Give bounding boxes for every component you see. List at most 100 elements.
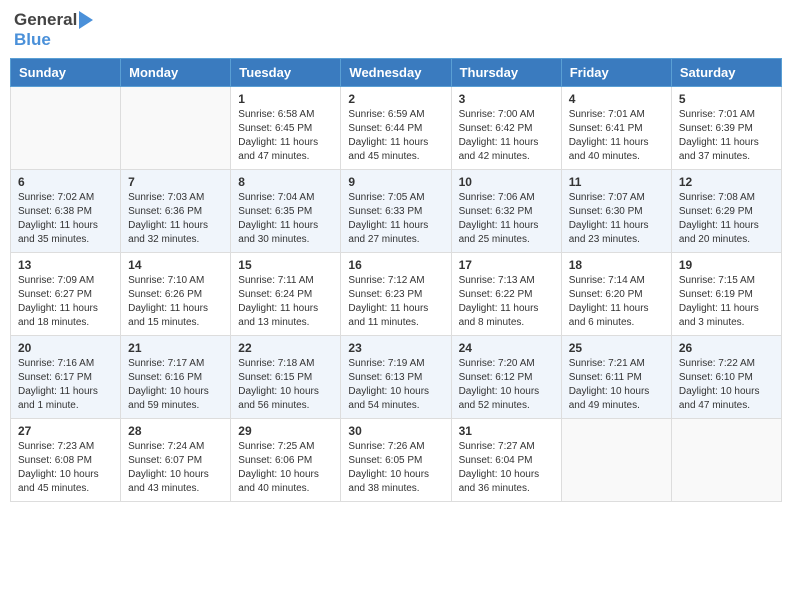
day-info: Sunrise: 7:22 AMSunset: 6:10 PMDaylight:… [679, 357, 774, 413]
calendar-cell: 25 Sunrise: 7:21 AMSunset: 6:11 PMDayligh… [561, 336, 671, 419]
day-info: Sunrise: 7:18 AMSunset: 6:15 PMDaylight:… [238, 357, 333, 413]
calendar-cell: 19 Sunrise: 7:15 AMSunset: 6:19 PMDayligh… [671, 253, 781, 336]
calendar-table: SundayMondayTuesdayWednesdayThursdayFrid… [10, 58, 782, 502]
day-number: 27 [18, 424, 113, 438]
calendar-cell: 30 Sunrise: 7:26 AMSunset: 6:05 PMDayligh… [341, 419, 451, 502]
logo: General Blue [14, 10, 93, 50]
day-header-wednesday: Wednesday [341, 59, 451, 87]
calendar-week-row: 27 Sunrise: 7:23 AMSunset: 6:08 PMDayligh… [11, 419, 782, 502]
calendar-cell: 17 Sunrise: 7:13 AMSunset: 6:22 PMDayligh… [451, 253, 561, 336]
calendar-cell: 20 Sunrise: 7:16 AMSunset: 6:17 PMDayligh… [11, 336, 121, 419]
calendar-week-row: 6 Sunrise: 7:02 AMSunset: 6:38 PMDaylight… [11, 170, 782, 253]
day-info: Sunrise: 7:24 AMSunset: 6:07 PMDaylight:… [128, 440, 223, 496]
day-number: 28 [128, 424, 223, 438]
calendar-cell: 10Sunrise: 7:06 AMSunset: 6:32 PMDayligh… [451, 170, 561, 253]
day-info: Sunrise: 7:12 AMSunset: 6:23 PMDaylight:… [348, 274, 443, 330]
calendar-cell: 29 Sunrise: 7:25 AMSunset: 6:06 PMDayligh… [231, 419, 341, 502]
day-info: Sunrise: 7:14 AMSunset: 6:20 PMDaylight:… [569, 274, 664, 330]
calendar-cell: 8Sunrise: 7:04 AMSunset: 6:35 PMDaylight… [231, 170, 341, 253]
day-header-tuesday: Tuesday [231, 59, 341, 87]
calendar-cell: 3 Sunrise: 7:00 AMSunset: 6:42 PMDaylight… [451, 87, 561, 170]
day-number: 4 [569, 92, 664, 106]
calendar-cell: 18 Sunrise: 7:14 AMSunset: 6:20 PMDayligh… [561, 253, 671, 336]
logo-arrow-icon [79, 11, 93, 29]
day-number: 24 [459, 341, 554, 355]
day-number: 25 [569, 341, 664, 355]
day-info: Sunrise: 7:09 AMSunset: 6:27 PMDaylight:… [18, 274, 113, 330]
day-info: Sunrise: 7:21 AMSunset: 6:11 PMDaylight:… [569, 357, 664, 413]
day-info: Sunrise: 7:02 AMSunset: 6:38 PMDaylight:… [18, 191, 113, 247]
day-info: Sunrise: 7:15 AMSunset: 6:19 PMDaylight:… [679, 274, 774, 330]
day-info: Sunrise: 7:26 AMSunset: 6:05 PMDaylight:… [348, 440, 443, 496]
day-info: Sunrise: 7:05 AMSunset: 6:33 PMDaylight:… [348, 191, 443, 247]
calendar-week-row: 20 Sunrise: 7:16 AMSunset: 6:17 PMDayligh… [11, 336, 782, 419]
day-number: 1 [238, 92, 333, 106]
calendar-cell: 26 Sunrise: 7:22 AMSunset: 6:10 PMDayligh… [671, 336, 781, 419]
calendar-cell: 5 Sunrise: 7:01 AMSunset: 6:39 PMDaylight… [671, 87, 781, 170]
day-info: Sunrise: 7:03 AMSunset: 6:36 PMDaylight:… [128, 191, 223, 247]
day-number: 20 [18, 341, 113, 355]
calendar-cell [561, 419, 671, 502]
day-number: 17 [459, 258, 554, 272]
calendar-cell: 24Sunrise: 7:20 AMSunset: 6:12 PMDayligh… [451, 336, 561, 419]
day-number: 26 [679, 341, 774, 355]
day-number: 23 [348, 341, 443, 355]
day-info: Sunrise: 7:01 AMSunset: 6:41 PMDaylight:… [569, 108, 664, 164]
calendar-cell: 27 Sunrise: 7:23 AMSunset: 6:08 PMDayligh… [11, 419, 121, 502]
day-info: Sunrise: 6:58 AMSunset: 6:45 PMDaylight:… [238, 108, 333, 164]
day-number: 16 [348, 258, 443, 272]
day-number: 2 [348, 92, 443, 106]
day-header-monday: Monday [121, 59, 231, 87]
calendar-cell: 9 Sunrise: 7:05 AMSunset: 6:33 PMDaylight… [341, 170, 451, 253]
day-number: 10 [459, 175, 554, 189]
logo-general-text: General [14, 10, 77, 30]
calendar-cell: 16 Sunrise: 7:12 AMSunset: 6:23 PMDayligh… [341, 253, 451, 336]
page-header: General Blue [10, 10, 782, 50]
day-info: Sunrise: 7:07 AMSunset: 6:30 PMDaylight:… [569, 191, 664, 247]
day-number: 9 [348, 175, 443, 189]
day-number: 12 [679, 175, 774, 189]
day-info: Sunrise: 7:04 AMSunset: 6:35 PMDaylight:… [238, 191, 333, 247]
day-number: 5 [679, 92, 774, 106]
calendar-header-row: SundayMondayTuesdayWednesdayThursdayFrid… [11, 59, 782, 87]
day-number: 22 [238, 341, 333, 355]
day-info: Sunrise: 7:23 AMSunset: 6:08 PMDaylight:… [18, 440, 113, 496]
day-number: 29 [238, 424, 333, 438]
calendar-cell: 21Sunrise: 7:17 AMSunset: 6:16 PMDayligh… [121, 336, 231, 419]
calendar-cell [121, 87, 231, 170]
day-info: Sunrise: 7:01 AMSunset: 6:39 PMDaylight:… [679, 108, 774, 164]
calendar-cell: 12 Sunrise: 7:08 AMSunset: 6:29 PMDayligh… [671, 170, 781, 253]
day-number: 13 [18, 258, 113, 272]
calendar-week-row: 1 Sunrise: 6:58 AMSunset: 6:45 PMDaylight… [11, 87, 782, 170]
day-number: 19 [679, 258, 774, 272]
day-info: Sunrise: 7:27 AMSunset: 6:04 PMDaylight:… [459, 440, 554, 496]
calendar-cell [11, 87, 121, 170]
day-info: Sunrise: 6:59 AMSunset: 6:44 PMDaylight:… [348, 108, 443, 164]
day-header-friday: Friday [561, 59, 671, 87]
day-info: Sunrise: 7:11 AMSunset: 6:24 PMDaylight:… [238, 274, 333, 330]
day-number: 30 [348, 424, 443, 438]
day-number: 6 [18, 175, 113, 189]
day-number: 31 [459, 424, 554, 438]
calendar-cell [671, 419, 781, 502]
calendar-cell: 22 Sunrise: 7:18 AMSunset: 6:15 PMDayligh… [231, 336, 341, 419]
calendar-cell: 2 Sunrise: 6:59 AMSunset: 6:44 PMDaylight… [341, 87, 451, 170]
day-number: 15 [238, 258, 333, 272]
day-info: Sunrise: 7:13 AMSunset: 6:22 PMDaylight:… [459, 274, 554, 330]
day-header-thursday: Thursday [451, 59, 561, 87]
calendar-cell: 7 Sunrise: 7:03 AMSunset: 6:36 PMDaylight… [121, 170, 231, 253]
day-number: 7 [128, 175, 223, 189]
day-info: Sunrise: 7:25 AMSunset: 6:06 PMDaylight:… [238, 440, 333, 496]
day-number: 21 [128, 341, 223, 355]
day-number: 3 [459, 92, 554, 106]
day-info: Sunrise: 7:08 AMSunset: 6:29 PMDaylight:… [679, 191, 774, 247]
day-info: Sunrise: 7:00 AMSunset: 6:42 PMDaylight:… [459, 108, 554, 164]
calendar-cell: 14Sunrise: 7:10 AMSunset: 6:26 PMDayligh… [121, 253, 231, 336]
calendar-cell: 31 Sunrise: 7:27 AMSunset: 6:04 PMDayligh… [451, 419, 561, 502]
day-number: 18 [569, 258, 664, 272]
calendar-cell: 6 Sunrise: 7:02 AMSunset: 6:38 PMDaylight… [11, 170, 121, 253]
day-number: 11 [569, 175, 664, 189]
day-info: Sunrise: 7:16 AMSunset: 6:17 PMDaylight:… [18, 357, 113, 413]
calendar-cell: 28 Sunrise: 7:24 AMSunset: 6:07 PMDayligh… [121, 419, 231, 502]
calendar-week-row: 13 Sunrise: 7:09 AMSunset: 6:27 PMDayligh… [11, 253, 782, 336]
